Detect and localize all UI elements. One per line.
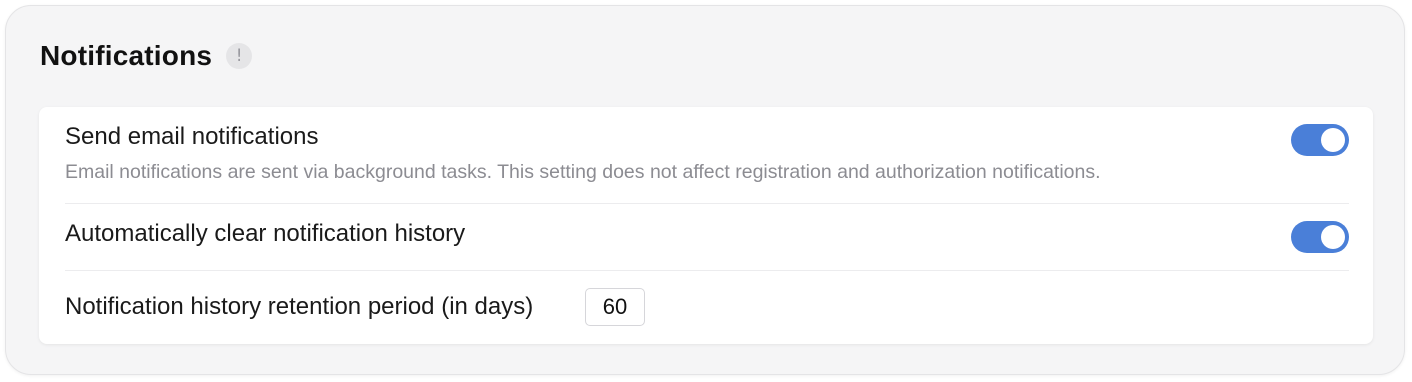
auto-clear-toggle[interactable] [1291,221,1349,253]
panel-header: Notifications ! [40,40,253,72]
send-email-toggle[interactable] [1291,124,1349,156]
retention-days-input[interactable] [585,288,645,326]
setting-row-send-email: Send email notifications Email notificat… [65,107,1349,204]
setting-row-retention: Notification history retention period (i… [65,271,1349,344]
notifications-panel: Notifications ! Send email notifications… [5,5,1405,375]
info-icon[interactable]: ! [226,43,253,69]
panel-title: Notifications [40,40,213,71]
setting-row-auto-clear: Automatically clear notification history [65,204,1349,271]
toggle-knob [1321,225,1345,249]
settings-card: Send email notifications Email notificat… [39,107,1373,344]
toggle-knob [1321,128,1345,152]
setting-description: Email notifications are sent via backgro… [65,161,1101,183]
setting-label: Automatically clear notification history [65,220,466,247]
setting-label: Notification history retention period (i… [65,293,534,320]
setting-label: Send email notifications [65,123,319,150]
